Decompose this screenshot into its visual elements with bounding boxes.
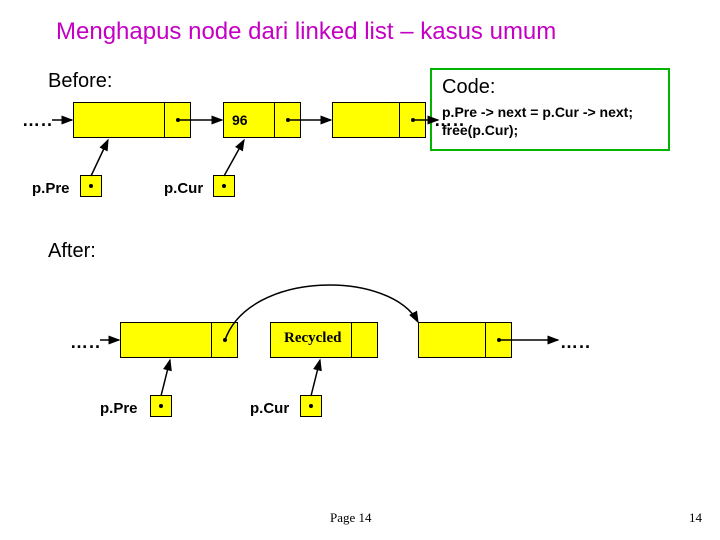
after-ppre-box xyxy=(150,395,172,417)
after-node-3-ptr xyxy=(485,323,511,357)
dots-before-right: ….. xyxy=(434,110,465,131)
before-ppre-label: p.Pre xyxy=(32,180,70,197)
code-line-2: free(p.Cur); xyxy=(442,121,658,139)
after-ppre-label: p.Pre xyxy=(100,400,138,417)
code-line-1: p.Pre -> next = p.Cur -> next; xyxy=(442,103,658,121)
before-node-3-ptr xyxy=(399,103,425,137)
page-footer: Page 14 xyxy=(330,510,372,526)
code-label: Code: xyxy=(442,76,658,99)
after-node-3 xyxy=(418,322,512,358)
recycled-label: Recycled xyxy=(284,330,341,347)
before-node-3 xyxy=(332,102,426,138)
dots-after-right: ….. xyxy=(560,332,591,353)
after-node-2-ptr xyxy=(351,323,377,357)
page-title: Menghapus node dari linked list – kasus … xyxy=(56,18,556,46)
before-ppre-box xyxy=(80,175,102,197)
code-box: Code: p.Pre -> next = p.Cur -> next; fre… xyxy=(430,68,670,151)
after-node-1-ptr xyxy=(211,323,237,357)
after-pcur-box xyxy=(300,395,322,417)
dots-before-left: ….. xyxy=(22,110,53,131)
before-node-1-ptr xyxy=(164,103,190,137)
before-node-2-ptr xyxy=(274,103,300,137)
after-label: After: xyxy=(48,240,96,263)
before-pcur-box xyxy=(213,175,235,197)
before-node-2-value: 96 xyxy=(232,112,248,128)
after-pcur-label: p.Cur xyxy=(250,400,289,417)
after-node-1 xyxy=(120,322,238,358)
before-pcur-label: p.Cur xyxy=(164,180,203,197)
before-label: Before: xyxy=(48,70,112,93)
page-number: 14 xyxy=(689,510,702,526)
dots-after-left: ….. xyxy=(70,332,101,353)
before-node-2: 96 xyxy=(223,102,301,138)
before-node-1 xyxy=(73,102,191,138)
